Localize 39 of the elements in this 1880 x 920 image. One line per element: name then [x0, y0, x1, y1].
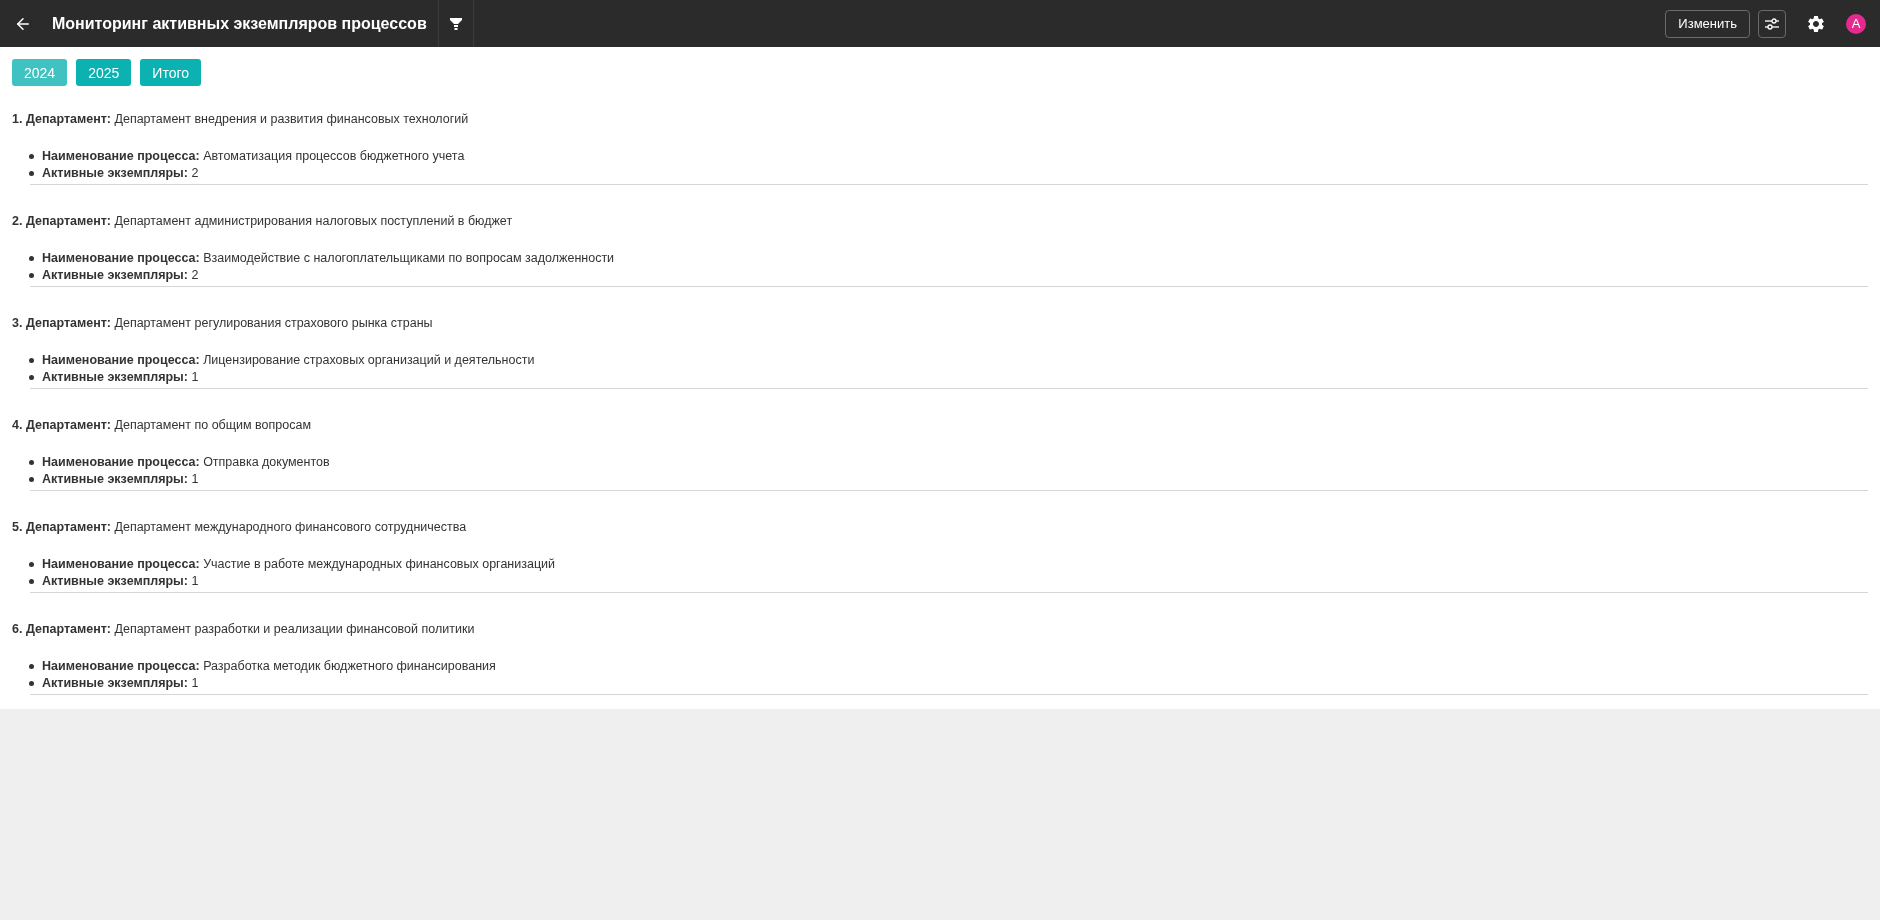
bullet-icon — [29, 273, 34, 278]
process-detail: Наименование процесса: Отправка документов — [42, 454, 330, 471]
department-heading: 3. Департамент: Департамент регулирования страхового рынка страны — [12, 315, 434, 332]
department-heading: 5. Департамент: Департамент международного финансового сотрудничества — [12, 519, 468, 536]
year-tab[interactable]: 2024 — [12, 59, 68, 86]
process-detail: Активные экземпляры: 1 — [42, 369, 199, 386]
bullet-icon — [29, 358, 34, 363]
sliders-icon[interactable] — [1758, 9, 1786, 38]
department-heading: 6. Департамент: Департамент разработки и реализации финансовой политики — [12, 621, 476, 638]
process-detail: Наименование процесса: Автоматизация процессов бюджетного учета — [42, 148, 465, 165]
process-detail: Активные экземпляры: 2 — [42, 165, 199, 182]
department-heading: 4. Департамент: Департамент по общим вопросам — [12, 417, 313, 434]
bullet-icon — [29, 664, 34, 669]
filter-icon[interactable] — [449, 17, 462, 30]
process-detail: Активные экземпляры: 1 — [42, 573, 199, 590]
bullet-icon — [29, 171, 34, 176]
process-detail: Активные экземпляры: 2 — [42, 267, 199, 284]
bullet-icon — [29, 154, 34, 159]
process-detail: Активные экземпляры: 1 — [42, 675, 199, 692]
bullet-icon — [29, 579, 34, 584]
department-heading: 2. Департамент: Департамент администрирования налоговых поступлений в бюджет — [12, 213, 514, 230]
bullet-icon — [29, 562, 34, 567]
bullet-icon — [29, 460, 34, 465]
edit-button[interactable]: Изменить — [1665, 9, 1750, 38]
process-detail: Наименование процесса: Взаимодействие с налогоплательщиками по вопросам задолженности — [42, 250, 615, 267]
settings-icon[interactable] — [1806, 13, 1826, 34]
bullet-icon — [29, 256, 34, 261]
department-heading: 1. Департамент: Департамент внедрения и развития финансовых технологий — [12, 111, 470, 128]
process-detail: Наименование процесса: Разработка методик бюджетного финансирования — [42, 658, 496, 675]
page-title: Мониторинг активных экземпляров процессов — [52, 14, 427, 33]
year-tab[interactable]: Итого — [140, 59, 201, 86]
process-detail: Наименование процесса: Участие в работе международных финансовых организаций — [42, 556, 556, 573]
bullet-icon — [29, 681, 34, 686]
bullet-icon — [29, 375, 34, 380]
bullet-icon — [29, 477, 34, 482]
user-avatar[interactable]: A — [1846, 13, 1866, 34]
year-tab[interactable]: 2025 — [76, 59, 132, 86]
process-detail: Активные экземпляры: 1 — [42, 471, 199, 488]
process-detail: Наименование процесса: Лицензирование страховых организаций и деятельности — [42, 352, 535, 369]
